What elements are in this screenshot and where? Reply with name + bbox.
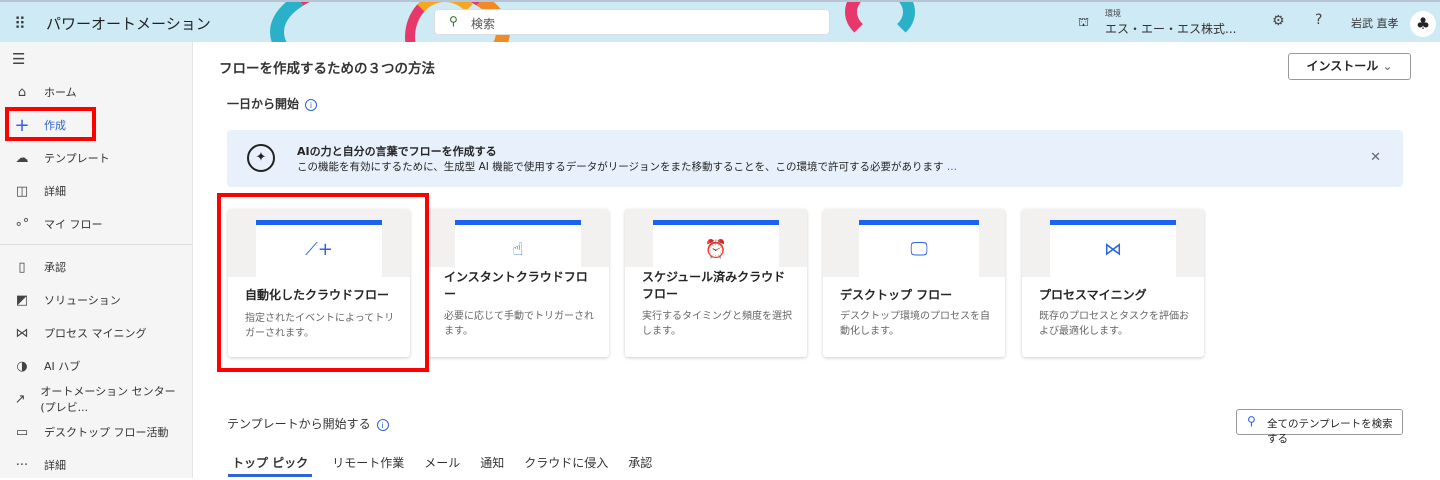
ai-banner: ✦ AIの力と自分の言葉でフローを作成する この機能を有効にするために、生成型 … [227, 130, 1403, 187]
search-icon: ⚲ [449, 14, 458, 28]
section-start-label: 一日から開始 [227, 97, 300, 111]
templates-heading-label: テンプレートから開始する [227, 417, 371, 431]
sidebar-item-label: 詳細 [44, 185, 66, 198]
approval-icon: ▯ [18, 259, 26, 275]
card-desktop-flow[interactable]: 🖵 デスクトップ フローデスクトップ環境のプロセスを自動化します。 [823, 209, 1005, 357]
sidebar-item-label: AI ハブ [44, 360, 81, 373]
touch-icon: ☝ [512, 239, 524, 260]
app-title: パワーオートメーション [46, 15, 211, 33]
template-tabs: トップ ピック リモート作業 メール 通知 クラウドに侵入 承認 [228, 454, 652, 477]
card-title: デスクトップ フロー [840, 288, 953, 302]
sidebar-item-more[interactable]: ··· 詳細 [0, 450, 193, 480]
sidebar-item-label: マイ フロー [44, 218, 103, 231]
sidebar-item-label: テンプレート [44, 152, 110, 165]
sidebar-item-label: ホーム [44, 86, 77, 99]
solution-icon: ◩ [15, 292, 29, 308]
section-heading: 一日から開始 i [227, 95, 318, 112]
templates-heading: テンプレートから開始する i [227, 415, 389, 432]
card-scheduled-cloud-flow[interactable]: ⏰ スケジュール済みクラウドフロー実行するタイミングと頻度を選択します。 [625, 209, 807, 357]
template-search-label: 全てのテンプレートを検索する [1267, 418, 1393, 445]
chevron-down-icon: ⌄ [1382, 59, 1393, 73]
alarm-icon: ⏰ [704, 239, 728, 260]
help-icon[interactable]: ? [1315, 12, 1322, 28]
card-desc: 実行するタイミングと頻度を選択します。 [642, 311, 792, 337]
hamburger-menu-icon[interactable]: ☰ [12, 50, 25, 68]
sidebar-item-approvals[interactable]: ▯ 承認 [0, 252, 193, 282]
tab-remote-work[interactable]: リモート作業 [332, 454, 404, 477]
sidebar-item-label: オートメーション センター (プレビ... [40, 385, 176, 414]
tab-notifications[interactable]: 通知 [480, 454, 504, 477]
info-icon[interactable]: i [305, 98, 318, 111]
card-title: プロセスマイニング [1039, 288, 1147, 302]
chart-icon: ↗ [14, 391, 26, 407]
copilot-chat-icon: ✦ [247, 144, 275, 172]
tab-top-picks[interactable]: トップ ピック [228, 454, 313, 477]
tab-approvals[interactable]: 承認 [628, 454, 652, 477]
sidebar-item-home[interactable]: ⌂ ホーム [0, 77, 193, 107]
user-name[interactable]: 岩武 直孝 [1351, 15, 1399, 31]
sidebar-item-label: 詳細 [44, 459, 66, 472]
highlight-annotation [5, 107, 96, 141]
template-icon: ☁ [15, 150, 29, 166]
sidebar-item-automation-center[interactable]: ↗ オートメーション センター (プレビ... [0, 384, 193, 414]
desktop-icon: ▭ [15, 424, 29, 440]
card-title: スケジュール済みクラウドフロー [642, 270, 786, 301]
sidebar-divider [0, 244, 193, 245]
search-placeholder: 検索 [471, 17, 496, 31]
install-label: インストール [1306, 59, 1379, 73]
book-icon: ◫ [15, 183, 29, 199]
banner-desc-text: この機能を有効にするために、生成型 AI 機能で使用するデータがリージョンをまた… [297, 161, 944, 173]
banner-description: この機能を有効にするために、生成型 AI 機能で使用するデータがリージョンをまた… [297, 159, 957, 174]
banner-link[interactable]: ... [947, 161, 957, 173]
home-icon: ⌂ [17, 84, 27, 100]
card-instant-cloud-flow[interactable]: ☝ インスタントクラウドフロー必要に応じて手動でトリガーされます。 [427, 209, 609, 357]
sidebar-item-label: ソリューション [44, 294, 121, 307]
sidebar-item-process-mining[interactable]: ⋈ プロセス マイニング [0, 318, 193, 348]
gear-icon[interactable]: ⚙ [1272, 13, 1285, 29]
page-title: フローを作成するための３つの方法 [219, 61, 435, 77]
sidebar-item-ai-hub[interactable]: ◑ AI ハブ [0, 351, 193, 381]
ai-hub-icon: ◑ [16, 358, 28, 374]
close-icon[interactable]: ✕ [1370, 150, 1381, 165]
banner-title: AIの力と自分の言葉でフローを作成する [297, 145, 497, 158]
card-desc: デスクトップ環境のプロセスを自動化します。 [840, 311, 990, 337]
search-all-templates-button[interactable]: ⚲ 全てのテンプレートを検索する [1236, 409, 1403, 445]
sidebar-item-label: デスクトップ フロー活動 [44, 426, 169, 439]
process-mining-icon: ⋈ [15, 325, 29, 341]
banner-decoration [845, 2, 915, 42]
tab-email[interactable]: メール [424, 454, 460, 477]
card-desc: 必要に応じて手動でトリガーされます。 [444, 311, 594, 337]
highlight-annotation [217, 193, 429, 372]
flow-icon: ∘° [14, 216, 30, 232]
top-bar: ⠿ パワーオートメーション ⚲ 検索 ⛫ 環境 エス・エー・エス株式... ⚙ ?… [0, 0, 1440, 42]
process-mining-icon: ⋈ [1104, 239, 1122, 260]
app-launcher-icon[interactable]: ⠿ [14, 14, 26, 33]
sidebar-item-learn[interactable]: ◫ 詳細 [0, 176, 193, 206]
card-title: インスタントクラウドフロー [444, 270, 588, 301]
install-dropdown[interactable]: インストール ⌄ [1288, 53, 1411, 80]
desktop-flow-icon: 🖵 [910, 239, 928, 260]
sidebar-item-desktop-flow-activity[interactable]: ▭ デスクトップ フロー活動 [0, 417, 193, 447]
search-icon: ⚲ [1247, 414, 1256, 428]
sidebar-item-templates[interactable]: ☁ テンプレート [0, 143, 193, 173]
environment-label: 環境 [1105, 9, 1121, 18]
environment-selector[interactable]: エス・エー・エス株式... [1105, 20, 1236, 37]
sidebar-item-my-flows[interactable]: ∘° マイ フロー [0, 209, 193, 239]
tab-cloud[interactable]: クラウドに侵入 [524, 454, 608, 477]
sidebar-item-solutions[interactable]: ◩ ソリューション [0, 285, 193, 315]
search-input[interactable]: ⚲ 検索 [434, 9, 830, 35]
sidebar-item-label: プロセス マイニング [44, 327, 147, 340]
info-icon[interactable]: i [376, 418, 389, 431]
avatar[interactable]: ♣ [1410, 11, 1436, 37]
more-icon: ··· [15, 457, 29, 473]
card-process-mining[interactable]: ⋈ プロセスマイニング既存のプロセスとタスクを評価および最適化します。 [1022, 209, 1204, 357]
card-desc: 既存のプロセスとタスクを評価および最適化します。 [1039, 311, 1189, 337]
environment-icon[interactable]: ⛫ [1078, 15, 1089, 31]
sidebar-item-label: 承認 [44, 261, 66, 274]
